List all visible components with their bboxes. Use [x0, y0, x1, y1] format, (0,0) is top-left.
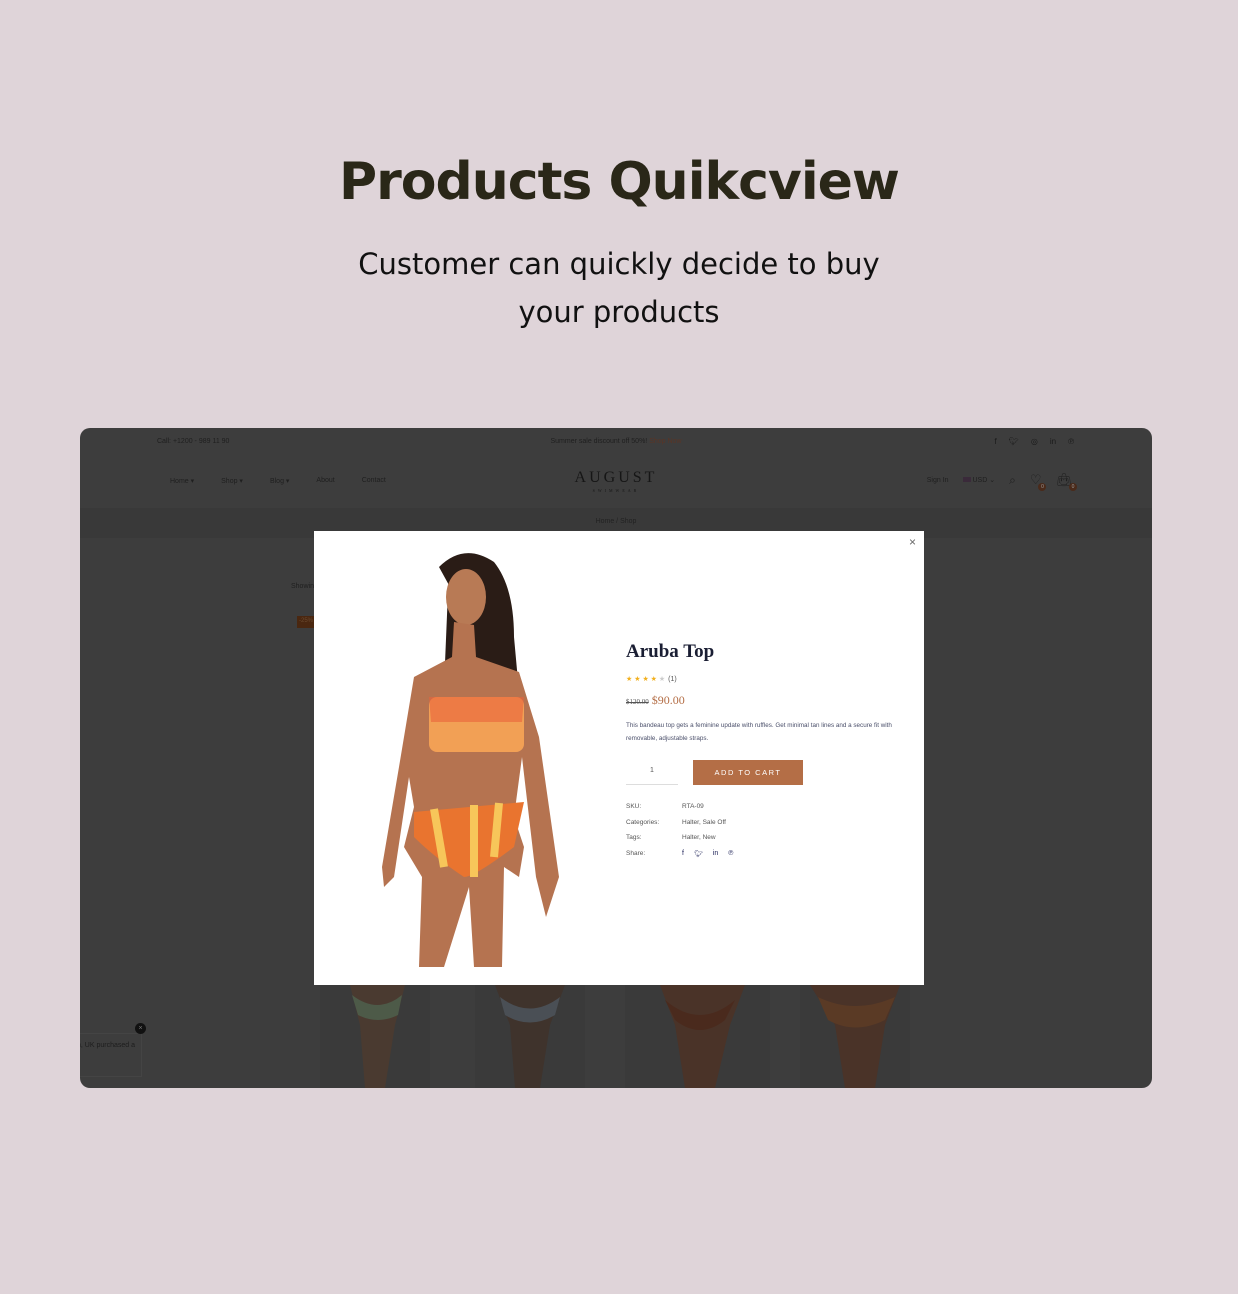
hero-subtitle: Customer can quickly decide to buy your p… [358, 247, 880, 329]
shop-now-link[interactable]: Shop Now [649, 438, 681, 445]
product-thumb[interactable] [625, 985, 770, 1088]
product-name: Aruba Top [626, 641, 715, 662]
rating: ★ ★ ★ ★ ★ (1) [626, 676, 677, 683]
main-nav: Home ▾ Shop ▾ Blog ▾ About Contact AUGUS… [80, 466, 1152, 506]
promo-text: Summer sale discount off 50%! Shop Now [550, 438, 682, 445]
us-flag-icon [962, 477, 971, 482]
product-meta: SKU: RTA-09 Categories: Halter, Sale Off T… [626, 799, 916, 846]
hero-title: Products Quikcview [339, 152, 900, 212]
wishlist-icon[interactable]: ♡ 0 [1030, 472, 1047, 491]
share: Share: f 🐦︎ in ℗ [626, 849, 734, 858]
sale-price: $90.00 [651, 693, 685, 707]
facebook-icon[interactable]: f [994, 437, 996, 446]
cart-icon[interactable]: 👜︎ 0 [1055, 472, 1077, 491]
currency-select[interactable]: USD ⌄ [962, 476, 995, 484]
top-bar: Call: +1200 - 989 11 90 Summer sale disc… [80, 428, 1152, 456]
twitter-icon[interactable]: 🐦︎ [1009, 437, 1019, 446]
linkedin-icon[interactable]: in [1050, 437, 1056, 446]
tags[interactable]: Halter, New [682, 830, 716, 846]
quantity-input[interactable]: 1 [626, 760, 678, 785]
pinterest-icon[interactable]: ℗ [728, 850, 733, 858]
purchase-notification[interactable]: n, UK purchased a [80, 1033, 142, 1077]
close-icon[interactable]: × [135, 1023, 146, 1034]
facebook-icon[interactable]: f [682, 850, 684, 858]
add-to-cart-button[interactable]: ADD TO CART [693, 760, 803, 785]
star-empty-icon: ★ [658, 676, 666, 683]
close-icon[interactable]: × [909, 535, 916, 549]
search-icon[interactable]: ⌕ [1009, 473, 1016, 488]
pinterest-icon[interactable]: ℗ [1068, 437, 1074, 446]
twitter-icon[interactable]: 🐦︎ [694, 850, 703, 858]
linkedin-icon[interactable]: in [713, 850, 718, 858]
product-thumb[interactable] [800, 985, 910, 1088]
price: $120.00 $90.00 [626, 691, 916, 709]
sku: RTA-09 [682, 803, 704, 810]
product-info: Aruba Top ★ ★ ★ ★ ★ (1) $120.00 $90.00 Thi… [626, 641, 916, 858]
product-thumb[interactable] [320, 985, 430, 1088]
categories[interactable]: Halter, Sale Off [682, 815, 726, 831]
old-price: $120.00 [626, 698, 649, 706]
product-thumb[interactable] [475, 985, 585, 1088]
quickview-modal: × Aruba Top ★ ★ ★ ★ ★ (1) $120.00 $90.00 T… [314, 531, 924, 985]
sign-in-link[interactable]: Sign In [927, 477, 949, 484]
instagram-icon[interactable]: ◎ [1031, 437, 1038, 446]
social-links: f 🐦︎ ◎ in ℗ [994, 437, 1074, 446]
star-icon: ★ ★ ★ ★ [626, 676, 657, 683]
product-image [382, 553, 559, 967]
product-description: This bandeau top gets a feminine update … [626, 722, 892, 742]
